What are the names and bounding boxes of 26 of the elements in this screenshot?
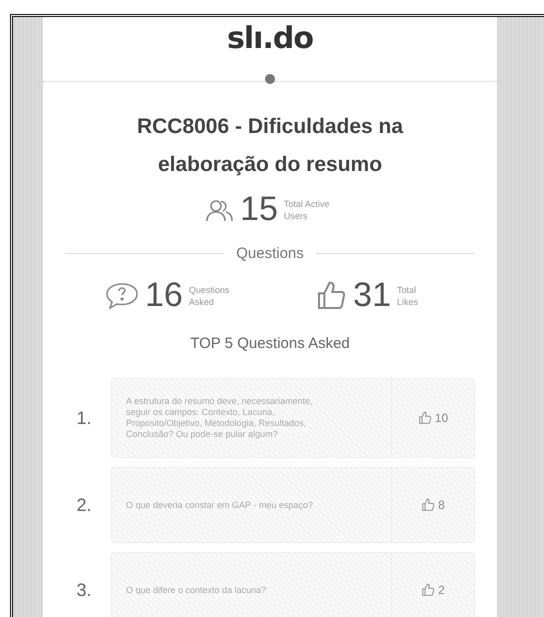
- active-users-count: 15: [240, 190, 278, 229]
- event-title: RCC8006 - Dificuldades na elaboração do resumo: [136, 114, 404, 178]
- like-count: 2: [438, 583, 445, 597]
- thumbs-up-icon: [421, 583, 436, 597]
- stat-count: 31: [353, 276, 391, 315]
- dot-marker: [265, 74, 275, 84]
- like-count: 8: [438, 498, 445, 512]
- users-icon: [206, 198, 234, 222]
- thumbs-up-icon: [315, 280, 348, 312]
- like-count: 10: [434, 411, 448, 425]
- thumbs-up-icon: [418, 411, 432, 425]
- slido-logo: slı.do: [227, 21, 313, 56]
- stat-count: 16: [145, 276, 183, 315]
- active-users-label: Total Active Users: [284, 198, 330, 222]
- top-questions-title: TOP 5 Questions Asked: [190, 335, 350, 352]
- question-rank: 2.: [75, 494, 92, 516]
- thumbs-up-icon: [421, 498, 436, 512]
- stat-label: Total Likes: [397, 284, 420, 308]
- stat-label: Questions Asked: [188, 284, 227, 308]
- section-title: Questions: [236, 245, 304, 262]
- question-text: O que deveria constar em GAP - meu espaço?: [125, 500, 314, 510]
- question-rank: 3.: [75, 580, 92, 600]
- question-text: O que difere o contexto da lacuna?: [125, 584, 268, 596]
- question-text: A estrutura do resumo deve, necessariamente, seguir os campos: Contexto, Lacuna, Proposito/Objetivo, Metodologia, Resultados, Conclusão? Ou pode-se pular algum?: [125, 396, 314, 440]
- question-bubble-icon: [105, 282, 139, 310]
- question-rank: 1.: [75, 408, 92, 428]
